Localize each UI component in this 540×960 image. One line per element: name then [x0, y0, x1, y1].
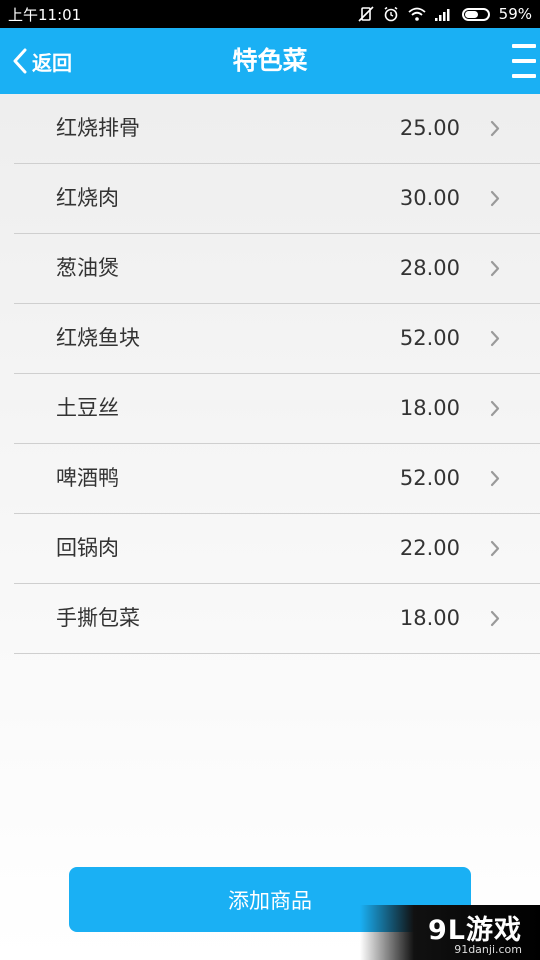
chevron-right-icon: [490, 190, 500, 207]
chevron-right-icon: [490, 610, 500, 627]
dish-list: 红烧排骨 25.00 红烧肉 30.00 葱油煲 28.00 红烧鱼块 52.00 土豆丝 18.…: [14, 94, 540, 654]
dish-name: 葱油煲: [56, 256, 119, 280]
signal-icon: [434, 8, 450, 21]
dish-name: 啤酒鸭: [56, 466, 119, 490]
dish-price: 30.00: [399, 186, 460, 210]
list-item[interactable]: 红烧肉 30.00: [14, 164, 540, 234]
chevron-right-icon: [490, 120, 500, 137]
list-item[interactable]: 葱油煲 28.00: [14, 234, 540, 304]
watermark-logo: 9L游戏 91danji.com: [360, 905, 540, 960]
page-title: 特色菜: [232, 46, 308, 75]
hamburger-menu-icon[interactable]: [512, 44, 536, 78]
back-button[interactable]: 返回: [12, 28, 72, 94]
watermark-site: 91danji.com: [454, 943, 522, 956]
dish-name: 手撕包菜: [56, 606, 140, 630]
chevron-left-icon: [13, 48, 27, 74]
dish-name: 回锅肉: [56, 536, 119, 560]
chevron-right-icon: [490, 540, 500, 557]
dish-name: 红烧肉: [56, 186, 119, 210]
chevron-right-icon: [490, 330, 500, 347]
list-item[interactable]: 土豆丝 18.00: [14, 374, 540, 444]
battery-level: [464, 10, 478, 18]
chevron-right-icon: [490, 470, 500, 487]
list-item[interactable]: 手撕包菜 18.00: [14, 584, 540, 654]
dish-price: 18.00: [399, 396, 460, 420]
wifi-icon: [408, 7, 426, 21]
dish-price: 22.00: [399, 536, 460, 560]
dish-price: 25.00: [399, 116, 460, 140]
battery-percent: 59%: [498, 5, 532, 23]
list-item[interactable]: 回锅肉 22.00: [14, 514, 540, 584]
vibrate-off-icon: [358, 6, 374, 22]
chevron-right-icon: [490, 260, 500, 277]
list-item[interactable]: 红烧排骨 25.00: [14, 94, 540, 164]
status-icons: 59%: [358, 5, 532, 23]
dish-price: 52.00: [399, 466, 460, 490]
dish-price: 18.00: [399, 606, 460, 630]
dish-price: 52.00: [399, 326, 460, 350]
status-time: 上午11:01: [8, 5, 82, 24]
dish-name: 红烧鱼块: [56, 326, 140, 350]
status-bar: 上午11:01 59%: [0, 0, 540, 28]
dish-name: 土豆丝: [56, 396, 119, 420]
list-item[interactable]: 红烧鱼块 52.00: [14, 304, 540, 374]
dish-name: 红烧排骨: [56, 116, 140, 140]
alarm-icon: [384, 6, 398, 22]
battery-icon: [461, 7, 490, 21]
watermark-brand: 9L游戏: [428, 915, 522, 946]
dish-price: 28.00: [399, 256, 460, 280]
back-label: 返回: [32, 50, 72, 75]
app-header: 返回 特色菜: [0, 28, 540, 94]
chevron-right-icon: [490, 400, 500, 417]
list-item[interactable]: 啤酒鸭 52.00: [14, 444, 540, 514]
